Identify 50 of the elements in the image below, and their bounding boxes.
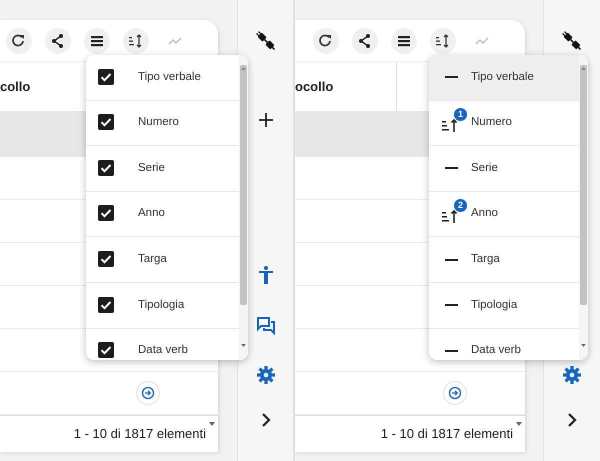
scroll-up-arrow-icon xyxy=(581,67,586,70)
arrow-circle-icon xyxy=(448,386,462,400)
sort-order-badge: 2 xyxy=(454,199,467,212)
open-row-button[interactable] xyxy=(443,381,467,405)
settings-icon[interactable] xyxy=(562,365,582,385)
scrollbar-thumb[interactable] xyxy=(240,65,247,305)
scroll-down-arrow-icon xyxy=(581,344,586,348)
settings-icon[interactable] xyxy=(256,365,276,385)
column-header: ocollo xyxy=(295,62,397,111)
chat-icon[interactable] xyxy=(256,315,276,335)
share-icon xyxy=(357,32,373,48)
share-button[interactable] xyxy=(45,28,71,54)
sort-icon xyxy=(435,32,451,48)
scroll-down-arrow-icon xyxy=(209,422,215,426)
refresh-button[interactable] xyxy=(313,28,339,54)
refresh-icon xyxy=(11,32,27,48)
checkbox[interactable] xyxy=(98,160,114,176)
pagination-text: 1 - 10 di 1817 elementi xyxy=(74,425,206,444)
scroll-down-arrow-icon xyxy=(516,422,522,426)
checkbox[interactable] xyxy=(98,296,114,313)
list-button[interactable] xyxy=(391,28,417,54)
refresh-button[interactable] xyxy=(6,28,32,54)
share-button[interactable] xyxy=(352,28,378,54)
column-header: collo xyxy=(0,78,32,96)
menu-item[interactable]: Targa xyxy=(86,237,239,283)
open-row-button[interactable] xyxy=(136,381,160,405)
scrollbar-thumb[interactable] xyxy=(580,65,587,305)
refresh-icon xyxy=(318,32,334,48)
sort-icon xyxy=(128,32,144,48)
checkbox[interactable] xyxy=(98,205,114,222)
menu-item[interactable]: Anno xyxy=(86,192,239,238)
checkbox[interactable] xyxy=(98,68,114,85)
plug-icon[interactable] xyxy=(562,31,582,51)
menu-item[interactable]: Tipo verbale xyxy=(86,55,239,101)
sort-button[interactable] xyxy=(123,28,149,54)
sort-button[interactable] xyxy=(430,28,456,54)
plug-icon[interactable] xyxy=(256,31,276,51)
menu-item[interactable]: Serie xyxy=(86,146,239,192)
pagination-text: 1 - 10 di 1817 elementi xyxy=(380,425,513,444)
checkbox[interactable] xyxy=(98,114,114,130)
scroll-down-arrow-icon xyxy=(241,344,246,348)
menu-item[interactable]: Numero xyxy=(86,100,239,146)
checkbox[interactable] xyxy=(98,251,114,268)
scroll-up-arrow-icon xyxy=(241,67,246,70)
list-button[interactable] xyxy=(84,28,110,54)
menu-item[interactable]: Tipo verbale xyxy=(429,55,579,101)
checkbox[interactable] xyxy=(98,342,114,358)
share-icon xyxy=(50,32,66,48)
arrow-circle-icon xyxy=(141,386,155,400)
sort-order-badge: 1 xyxy=(454,108,467,121)
